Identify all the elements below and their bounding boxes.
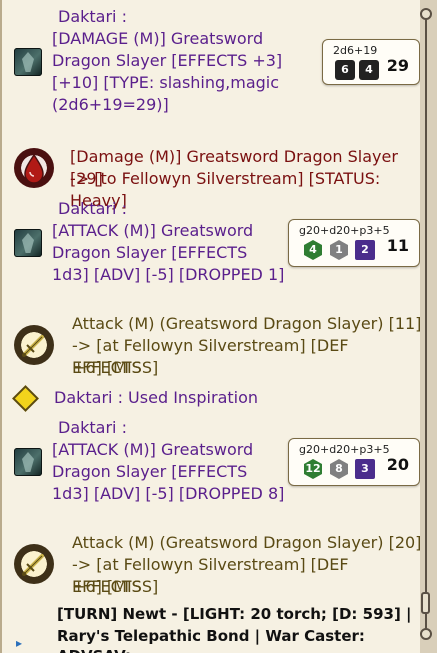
roll-formula: 2d6+19 <box>333 44 378 57</box>
d3-die: 2 <box>355 240 375 260</box>
inspiration-diamond-icon <box>12 385 39 412</box>
damage-roll-line: [+10] [TYPE: slashing,magic <box>52 73 280 92</box>
scrollbar[interactable] <box>420 0 437 653</box>
attack-roll-line: [ATTACK (M)] Greatsword <box>52 221 254 240</box>
blood-drop-icon <box>14 148 54 188</box>
roll-formula: g20+d20+p3+5 <box>299 224 390 237</box>
attack-result-line: Attack (M) (Greatsword Dragon Slayer) [1… <box>72 314 422 333</box>
speaker-name: Daktari : <box>58 7 127 26</box>
scrollbar-rail <box>425 14 427 634</box>
sword-icon <box>14 544 54 584</box>
damage-roll-line: (2d6+19=29)] <box>52 95 169 114</box>
d6-die: 4 <box>359 60 379 80</box>
scroll-thumb[interactable] <box>421 592 430 614</box>
d6-die: 6 <box>335 60 355 80</box>
roll-total: 29 <box>386 56 409 75</box>
d20-die: 4 <box>304 240 322 260</box>
dice-roll-box[interactable]: g20+d20+p3+5 12 8 3 20 <box>288 438 420 486</box>
attack-roll-line: Dragon Slayer [EFFECTS <box>52 462 248 481</box>
d20-die: 8 <box>330 459 348 479</box>
d20-die: 12 <box>304 459 322 479</box>
speaker-name: Daktari : <box>58 199 127 218</box>
attack-roll-line: Dragon Slayer [EFFECTS <box>52 243 248 262</box>
dice-roll-box[interactable]: g20+d20+p3+5 4 1 2 11 <box>288 219 420 267</box>
damage-roll-line: Dragon Slayer [EFFECTS +3] <box>52 51 283 70</box>
sword-icon <box>14 325 54 365</box>
attack-result-line: +6] [MISS] <box>72 577 159 596</box>
roll-total: 20 <box>386 455 409 474</box>
expand-arrow-icon[interactable]: ▸ <box>16 636 22 650</box>
chat-log-panel: Daktari : [DAMAGE (M)] Greatsword Dragon… <box>0 0 422 653</box>
attack-roll-line: 1d3] [ADV] [-5] [DROPPED 8] <box>52 484 285 503</box>
attack-roll-line: [ATTACK (M)] Greatsword <box>52 440 254 459</box>
d3-die: 3 <box>355 459 375 479</box>
d20-die: 1 <box>330 240 348 260</box>
character-avatar <box>14 229 42 257</box>
character-avatar <box>14 448 42 476</box>
dice-roll-box[interactable]: 2d6+19 6 4 29 <box>322 39 420 85</box>
turn-message-line: Rary's Telepathic Bond | War Caster: ADV… <box>57 627 365 653</box>
speaker-name: Daktari : <box>58 418 127 437</box>
damage-roll-line: [DAMAGE (M)] Greatsword <box>52 29 264 48</box>
attack-roll-line: 1d3] [ADV] [-5] [DROPPED 1] <box>52 265 285 284</box>
roll-formula: g20+d20+p3+5 <box>299 443 390 456</box>
roll-total: 11 <box>386 236 409 255</box>
inspiration-message: Daktari : Used Inspiration <box>54 388 259 407</box>
attack-result-line: Attack (M) (Greatsword Dragon Slayer) [2… <box>72 533 422 552</box>
turn-message-line: [TURN] Newt - [LIGHT: 20 torch; [D: 593]… <box>57 605 412 623</box>
character-avatar <box>14 48 42 76</box>
scroll-up-knob[interactable] <box>420 8 432 20</box>
attack-result-line: +6] [MISS] <box>72 358 159 377</box>
scroll-down-knob[interactable] <box>420 628 432 640</box>
